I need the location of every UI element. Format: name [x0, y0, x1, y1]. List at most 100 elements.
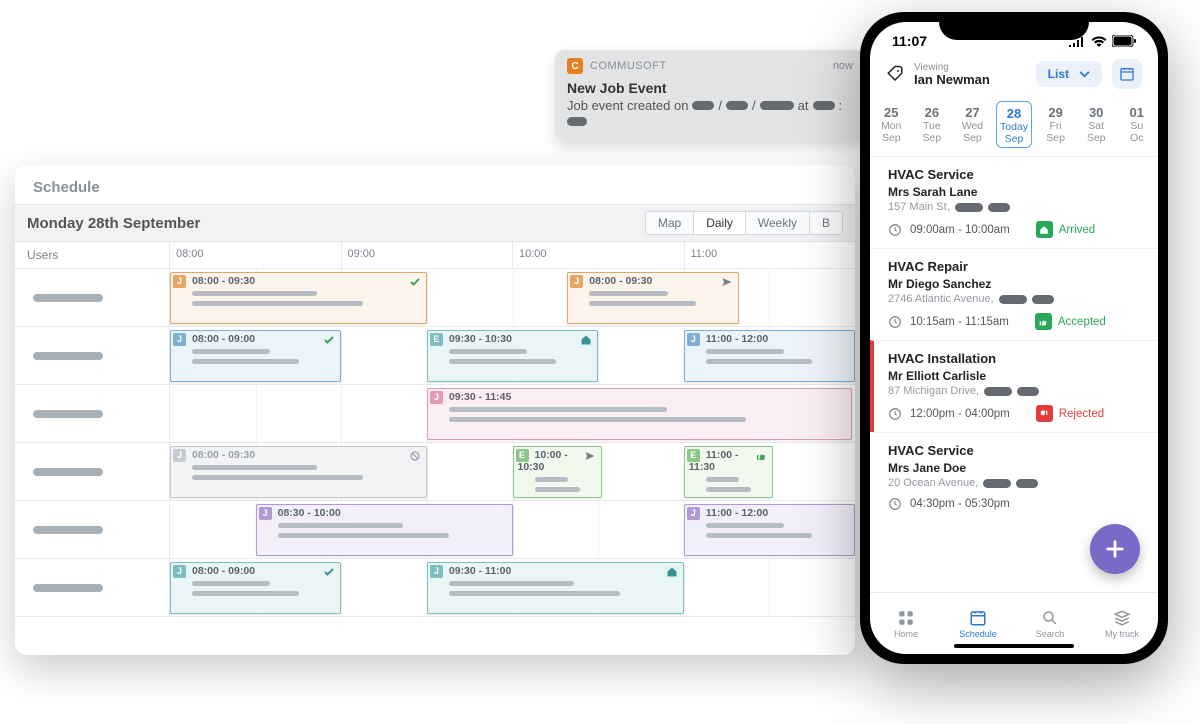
wifi-icon — [1091, 36, 1107, 47]
day-cell[interactable]: 30SatSep — [1079, 101, 1114, 148]
clock-icon — [888, 407, 902, 421]
chevron-down-icon — [1079, 71, 1090, 78]
event-time: 09:30 - 11:45 — [449, 391, 511, 403]
add-job-button[interactable] — [1090, 524, 1140, 574]
phone-mock: 11:07 Viewing Ian Newman List 25MonSep26… — [860, 12, 1168, 664]
user-label — [15, 269, 170, 326]
event-type-badge: J — [173, 565, 186, 578]
job-card[interactable]: HVAC ServiceMrs Jane Doe20 Ocean Avenue,… — [870, 432, 1158, 521]
schedule-title: Schedule — [15, 165, 855, 204]
schedule-row: J08:00 - 09:00J09:30 - 11:00 — [15, 559, 855, 617]
job-title: HVAC Service — [888, 443, 1142, 458]
job-address: 2746 Atlantic Avenue, — [888, 293, 1142, 305]
tab-biweekly[interactable]: B — [810, 211, 843, 235]
user-label — [15, 559, 170, 616]
hour-header: 08:00 — [170, 242, 342, 268]
push-notification[interactable]: C COMMUSOFT now New Job Event Job event … — [555, 50, 865, 140]
day-cell[interactable]: 01SuOc — [1119, 101, 1154, 148]
job-list: HVAC Service Mrs Sarah Lane 157 Main St, 0… — [870, 156, 1158, 521]
job-title: HVAC Repair — [888, 259, 1142, 274]
event-card[interactable]: J08:00 - 09:30 — [170, 446, 427, 498]
event-time: 09:30 - 11:00 — [449, 565, 511, 577]
event-type-badge: E — [687, 449, 700, 462]
schedule-row: J08:00 - 09:00 E09:30 - 10:30 J11:00 - 12:… — [15, 327, 855, 385]
tab-daily[interactable]: Daily — [694, 211, 746, 235]
phone-status-bar: 11:07 — [870, 22, 1158, 49]
event-type-badge: J — [687, 507, 700, 520]
send-icon — [721, 276, 733, 288]
date-bar: Monday 28th September Map Daily Weekly B — [15, 204, 855, 242]
clock-icon — [888, 497, 902, 511]
event-card[interactable]: J 08:30 - 10:00 — [256, 504, 513, 556]
event-type-badge: J — [687, 333, 700, 346]
phone-clock: 11:07 — [892, 33, 927, 49]
hour-header: 10:00 — [513, 242, 685, 268]
user-label — [15, 327, 170, 384]
event-card[interactable]: E11:00 - 11:30 — [684, 446, 773, 498]
event-card[interactable]: J08:00 - 09:30 — [567, 272, 738, 324]
notification-time: now — [833, 60, 853, 72]
day-cell[interactable]: 28TodaySep — [996, 101, 1033, 148]
day-cell[interactable]: 29FriSep — [1038, 101, 1073, 148]
notification-body: Job event created on // at : — [567, 98, 853, 126]
schedule-row: J 08:30 - 10:00 J 11:00 - 12:00 — [15, 501, 855, 559]
event-time: 11:00 - 12:00 — [706, 507, 768, 519]
schedule-row: J 09:30 - 11:45 — [15, 385, 855, 443]
event-card[interactable]: J 11:00 - 12:00 — [684, 504, 855, 556]
send-icon — [584, 450, 596, 462]
user-label — [15, 443, 170, 500]
event-type-badge: J — [430, 391, 443, 404]
hour-header: 11:00 — [685, 242, 856, 268]
event-time: 08:30 - 10:00 — [278, 507, 341, 519]
event-card[interactable]: E09:30 - 10:30 — [427, 330, 598, 382]
event-type-badge: J — [259, 507, 272, 520]
job-time: 09:00am - 10:00am — [910, 224, 1010, 236]
job-address: 157 Main St, — [888, 201, 1142, 213]
job-customer: Mr Diego Sanchez — [888, 277, 1142, 291]
day-cell[interactable]: 25MonSep — [874, 101, 909, 148]
job-time: 04:30pm - 05:30pm — [910, 498, 1010, 510]
check-icon — [323, 566, 335, 578]
notification-title: New Job Event — [567, 80, 853, 96]
day-cell[interactable]: 27WedSep — [955, 101, 990, 148]
tag-icon — [886, 65, 904, 83]
job-customer: Mr Elliott Carlisle — [888, 369, 1142, 383]
event-card[interactable]: J08:00 - 09:30 — [170, 272, 427, 324]
event-card[interactable]: J08:00 - 09:00 — [170, 562, 341, 614]
home-icon — [666, 566, 678, 578]
plus-icon — [1104, 538, 1126, 560]
event-card[interactable]: J 09:30 - 11:00 — [427, 562, 684, 614]
hour-header: 09:00 — [342, 242, 514, 268]
nav-truck[interactable]: My truck — [1086, 593, 1158, 654]
check-icon — [409, 276, 421, 288]
job-card[interactable]: HVAC Repair Mr Diego Sanchez 2746 Atlantic… — [870, 248, 1158, 340]
event-card[interactable]: E10:00 - 10:30 — [513, 446, 602, 498]
event-type-badge: J — [173, 449, 186, 462]
tab-map[interactable]: Map — [645, 211, 694, 235]
event-type-badge: J — [173, 275, 186, 288]
event-type-badge: E — [516, 449, 529, 462]
event-type-badge: J — [430, 565, 443, 578]
ban-icon — [409, 450, 421, 462]
job-title: HVAC Installation — [888, 351, 1142, 366]
user-label — [15, 385, 170, 442]
event-type-badge: J — [570, 275, 583, 288]
date-strip: 25MonSep26TueSep27WedSep28TodaySep29FriS… — [870, 97, 1158, 156]
job-card[interactable]: HVAC InstallationMr Elliott Carlisle87 M… — [870, 340, 1158, 432]
view-tabs: Map Daily Weekly B — [645, 211, 843, 235]
event-type-badge: E — [430, 333, 443, 346]
tab-weekly[interactable]: Weekly — [746, 211, 810, 235]
thumb-icon — [755, 450, 767, 462]
event-card[interactable]: J11:00 - 12:00 — [684, 330, 855, 382]
list-view-selector[interactable]: List — [1036, 61, 1102, 87]
job-customer: Mrs Sarah Lane — [888, 185, 1142, 199]
job-card[interactable]: HVAC ServiceMrs Sarah Lane157 Main St, 0… — [870, 156, 1158, 248]
event-card[interactable]: J 09:30 - 11:45 — [427, 388, 852, 440]
home-icon — [580, 334, 592, 346]
day-cell[interactable]: 26TueSep — [915, 101, 950, 148]
nav-home[interactable]: Home — [870, 593, 942, 654]
event-card[interactable]: J08:00 - 09:00 — [170, 330, 341, 382]
calendar-view-button[interactable] — [1112, 59, 1142, 89]
calendar-icon — [969, 609, 987, 627]
schedule-grid: Users 08:0009:0010:0011:00 J08:00 - 09:3… — [15, 242, 855, 617]
